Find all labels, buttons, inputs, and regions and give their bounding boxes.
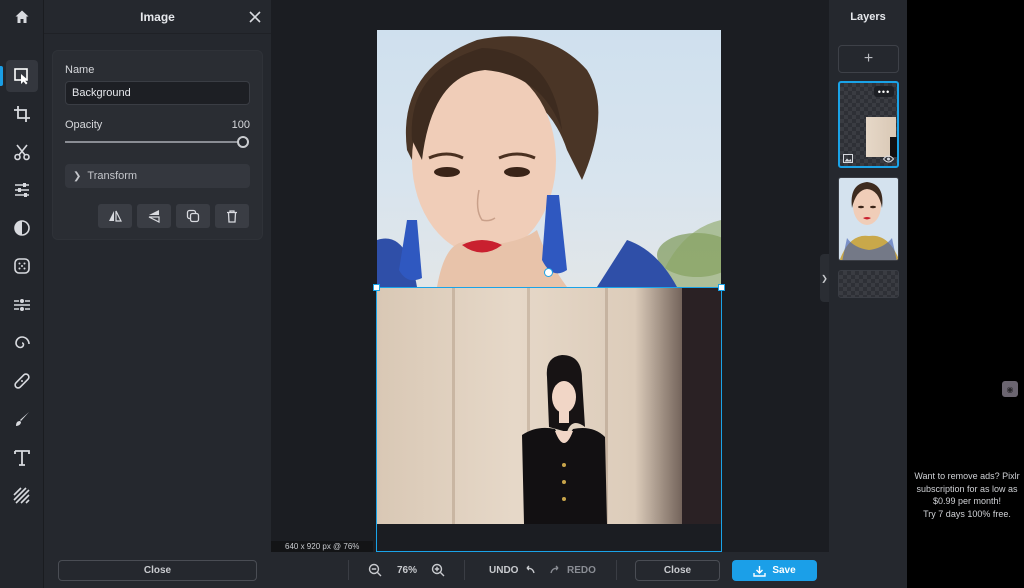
- portrait-photo-drawing: [377, 36, 721, 287]
- chevron-right-icon: ❯: [73, 170, 82, 182]
- draw-tool-button[interactable]: [6, 403, 38, 435]
- layers-panel: Layers + •••: [829, 0, 907, 588]
- effect-tool-button[interactable]: [6, 250, 38, 282]
- cutout-icon: [14, 144, 30, 161]
- spiral-icon: [15, 336, 30, 349]
- zoom-level[interactable]: 76%: [397, 552, 417, 588]
- layers-panel-toggle[interactable]: ❯: [820, 254, 829, 302]
- duplicate-layer-button[interactable]: [176, 204, 210, 228]
- flip-horizontal-button[interactable]: [98, 204, 132, 228]
- left-toolbar: [0, 0, 44, 588]
- ad-sidebar: ◉ Want to remove ads? Pixlr subscription…: [907, 0, 1024, 588]
- filter-icon: [14, 220, 30, 236]
- text-tool-button[interactable]: [6, 442, 38, 474]
- arrange-icon: [14, 68, 28, 85]
- zoom-out-button[interactable]: [368, 552, 382, 588]
- bandage-icon: [14, 373, 30, 389]
- opacity-slider-fill: [65, 141, 243, 143]
- undo-button[interactable]: UNDO: [489, 552, 536, 588]
- arrange-tool-button[interactable]: [6, 60, 38, 92]
- resize-handle-top-left[interactable]: [373, 284, 380, 291]
- brush-icon: [16, 412, 29, 426]
- redo-label: REDO: [567, 564, 596, 576]
- portrait-layer-preview: [839, 178, 898, 260]
- ad-info-icon[interactable]: ◉: [1002, 381, 1018, 397]
- panel-header: Image: [44, 0, 271, 34]
- eye-icon[interactable]: [883, 155, 894, 163]
- adjust-tool-button[interactable]: [6, 174, 38, 206]
- canvas-area[interactable]: 640 x 920 px @ 76% ❯: [271, 0, 829, 552]
- rotate-handle[interactable]: [544, 268, 553, 277]
- resize-handle-top-right[interactable]: [718, 284, 725, 291]
- home-icon: [15, 10, 29, 23]
- crop-tool-button[interactable]: [6, 98, 38, 130]
- layers-title: Layers: [850, 11, 886, 23]
- panel-title: Image: [140, 9, 175, 24]
- opacity-slider-track[interactable]: [65, 141, 243, 143]
- filter-tool-button[interactable]: [6, 212, 38, 244]
- close-icon: [249, 11, 261, 23]
- home-button[interactable]: [0, 0, 44, 34]
- save-button[interactable]: Save: [732, 560, 817, 581]
- selection-frame[interactable]: [376, 287, 722, 552]
- layer-options-button[interactable]: •••: [874, 86, 894, 97]
- zoom-out-icon: [368, 563, 382, 577]
- opacity-value: 100: [231, 119, 250, 131]
- delete-layer-button[interactable]: [215, 204, 249, 228]
- retouch-tool-button[interactable]: [6, 327, 38, 359]
- trash-icon: [227, 210, 237, 223]
- divider: [464, 560, 465, 580]
- flip-horizontal-icon: [109, 210, 122, 222]
- portrait-photo[interactable]: [377, 30, 721, 287]
- image-properties-panel: Image Name Opacity 100 ❯ Transform: [44, 0, 271, 588]
- ad-text[interactable]: Want to remove ads? Pixlr subscription f…: [913, 470, 1021, 520]
- close-button[interactable]: Close: [635, 560, 720, 581]
- image-layer-icon: [843, 154, 853, 163]
- opacity-slider-thumb[interactable]: [237, 136, 249, 148]
- stripes-icon: [13, 487, 30, 504]
- pixlr-editor: Image Name Opacity 100 ❯ Transform: [0, 0, 1024, 588]
- name-label: Name: [65, 64, 95, 76]
- layer-preview-figure: [890, 137, 897, 157]
- elements-tool-button[interactable]: [6, 480, 38, 512]
- text-icon: [14, 450, 30, 466]
- flip-vertical-icon: [148, 210, 160, 223]
- transform-label: Transform: [87, 170, 138, 182]
- liquify-icon: [14, 299, 30, 311]
- liquify-tool-button[interactable]: [6, 289, 38, 321]
- cutout-tool-button[interactable]: [6, 136, 38, 168]
- transform-toggle[interactable]: ❯ Transform: [65, 164, 250, 188]
- duplicate-icon: [186, 209, 200, 223]
- adjust-icon: [15, 183, 29, 197]
- divider: [348, 560, 349, 580]
- undo-label: UNDO: [489, 564, 519, 576]
- ad-line-1: Want to remove ads? Pixlr subscription f…: [914, 471, 1020, 506]
- layer-properties-card: Name Opacity 100 ❯ Transform: [52, 50, 263, 240]
- opacity-label: Opacity: [65, 119, 103, 131]
- flip-vertical-button[interactable]: [137, 204, 171, 228]
- add-layer-button[interactable]: +: [838, 45, 899, 73]
- active-tool-indicator: [0, 66, 3, 86]
- layer-item-empty[interactable]: [838, 270, 899, 298]
- effect-icon: [14, 258, 30, 274]
- heal-tool-button[interactable]: [6, 365, 38, 397]
- layer-item-background[interactable]: •••: [838, 81, 899, 168]
- save-label: Save: [772, 565, 796, 576]
- panel-close-button[interactable]: [247, 9, 263, 25]
- crop-icon: [14, 106, 30, 122]
- download-icon: [753, 565, 767, 577]
- undo-icon: [526, 565, 536, 574]
- zoom-in-button[interactable]: [431, 552, 445, 588]
- ad-line-2: Try 7 days 100% free.: [923, 508, 1011, 519]
- canvas-dimensions-label: 640 x 920 px @ 76%: [271, 541, 374, 552]
- redo-button[interactable]: REDO: [550, 552, 596, 588]
- panel-close-footer-button[interactable]: Close: [58, 560, 257, 581]
- bottom-bar: 76% UNDO REDO Close Save: [271, 552, 907, 588]
- chevron-right-icon: ❯: [821, 273, 828, 283]
- zoom-in-icon: [431, 563, 445, 577]
- layer-name-input[interactable]: [65, 81, 250, 105]
- layer-item-portrait[interactable]: [838, 177, 899, 261]
- divider: [616, 560, 617, 580]
- redo-icon: [550, 565, 559, 574]
